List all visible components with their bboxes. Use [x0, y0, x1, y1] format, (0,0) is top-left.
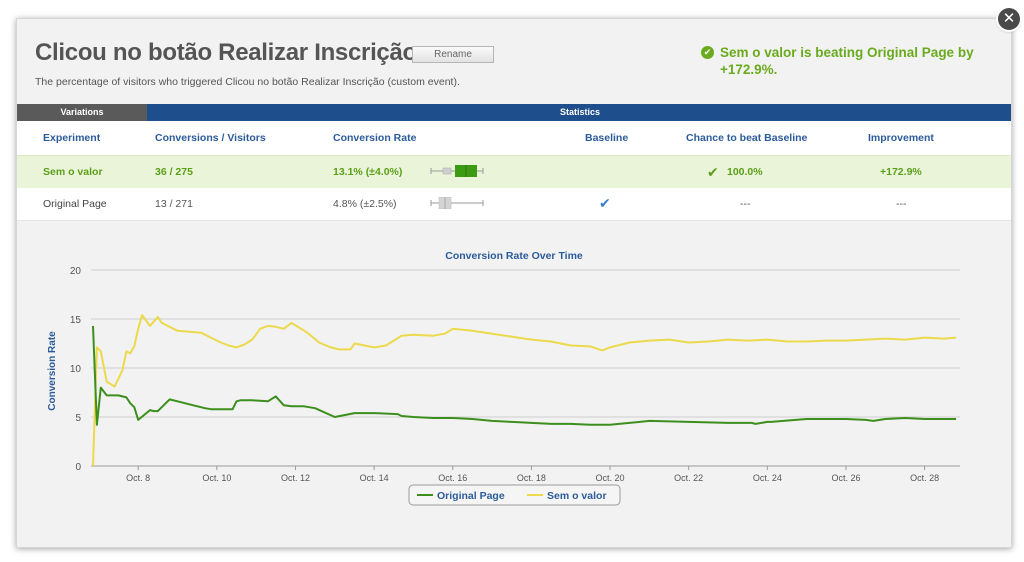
table-row-sem-o-valor[interactable]: Sem o valor 36 / 275 13.1% (±4.0%) ✔ 100…: [17, 155, 1011, 189]
winner-message: Sem o valor is beating Original Page by …: [720, 45, 974, 77]
tab-statistics[interactable]: Statistics: [147, 104, 1011, 121]
y-axis-label: Conversion Rate: [47, 331, 58, 411]
conversion-rate: 4.8% (±2.5%): [333, 198, 397, 210]
section-tabbar: Variations Statistics: [17, 104, 1011, 121]
conversion-rate: 13.1% (±4.0%): [333, 166, 403, 178]
close-icon[interactable]: ✕: [998, 8, 1020, 30]
winner-banner: ✔ Sem o valor is beating Original Page b…: [701, 44, 1001, 78]
conversion-rate-chart-svg: 0 5 10 15 20 Oct. 8 Oct. 10 Oct. 12 Oct. 14 Oct.…: [47, 250, 960, 506]
y-tick-label: 10: [70, 364, 82, 375]
goal-description: The percentage of visitors who triggered…: [35, 76, 460, 88]
improvement: +172.9%: [880, 166, 922, 178]
column-header-improvement[interactable]: Improvement: [868, 132, 934, 144]
tab-variations[interactable]: Variations: [17, 104, 147, 121]
chance-to-beat: ---: [740, 198, 751, 210]
modal-header: Clicou no botão Realizar Inscrição Renam…: [17, 19, 1011, 103]
x-tick-label: Oct. 18: [517, 473, 546, 483]
experiment-results-modal: Clicou no botão Realizar Inscrição Renam…: [16, 18, 1012, 548]
series-line-sem-o-valor[interactable]: [92, 314, 957, 467]
y-tick-label: 0: [75, 462, 81, 473]
checkmark-circle-icon: ✔: [701, 46, 714, 59]
conversions-visitors: 36 / 275: [155, 166, 193, 178]
conversion-rate-range-bar: [430, 165, 484, 177]
chance-to-beat: 100.0%: [727, 166, 763, 178]
x-tick-label: Oct. 24: [753, 473, 782, 483]
column-header-baseline[interactable]: Baseline: [585, 132, 628, 144]
y-tick-label: 20: [70, 266, 82, 277]
legend-item-original-page[interactable]: Original Page: [437, 490, 505, 502]
baseline-check-icon: ✔: [599, 195, 611, 211]
x-tick-label: Oct. 26: [831, 473, 860, 483]
x-tick-label: Oct. 8: [126, 473, 150, 483]
x-tick-label: Oct. 12: [281, 473, 310, 483]
chart-legend: Original Page Sem o valor: [408, 484, 621, 506]
table-header-row: Experiment Conversions / Visitors Conver…: [17, 121, 1011, 155]
column-header-chance[interactable]: Chance to beat Baseline: [686, 132, 807, 144]
results-table: Experiment Conversions / Visitors Conver…: [17, 121, 1011, 221]
column-header-conversions[interactable]: Conversions / Visitors: [155, 132, 266, 144]
rename-button[interactable]: Rename: [412, 46, 494, 63]
x-tick-label: Oct. 16: [438, 473, 467, 483]
x-tick-label: Oct. 10: [202, 473, 231, 483]
x-tick-label: Oct. 20: [596, 473, 625, 483]
table-row-original-page[interactable]: Original Page 13 / 271 4.8% (±2.5%) ✔ --…: [17, 188, 1011, 221]
conversion-rate-range-bar: [430, 197, 484, 209]
legend-item-sem-o-valor[interactable]: Sem o valor: [547, 490, 607, 502]
x-tick-label: Oct. 28: [910, 473, 939, 483]
chart-title: Conversion Rate Over Time: [445, 250, 583, 262]
column-header-conversion-rate[interactable]: Conversion Rate: [333, 132, 416, 144]
goal-title: Clicou no botão Realizar Inscrição: [35, 39, 417, 66]
variation-name[interactable]: Sem o valor: [43, 166, 103, 178]
conversions-visitors: 13 / 271: [155, 198, 193, 210]
y-tick-label: 15: [70, 315, 82, 326]
y-tick-label: 5: [75, 413, 81, 424]
checkmark-icon: ✔: [707, 164, 719, 180]
x-tick-label: Oct. 14: [360, 473, 389, 483]
column-header-experiment[interactable]: Experiment: [43, 132, 100, 144]
x-tick-label: Oct. 22: [674, 473, 703, 483]
conversion-chart: 0 5 10 15 20 Oct. 8 Oct. 10 Oct. 12 Oct. 14 Oct.…: [17, 219, 1011, 547]
improvement: ---: [896, 198, 907, 210]
variation-name[interactable]: Original Page: [43, 198, 107, 210]
